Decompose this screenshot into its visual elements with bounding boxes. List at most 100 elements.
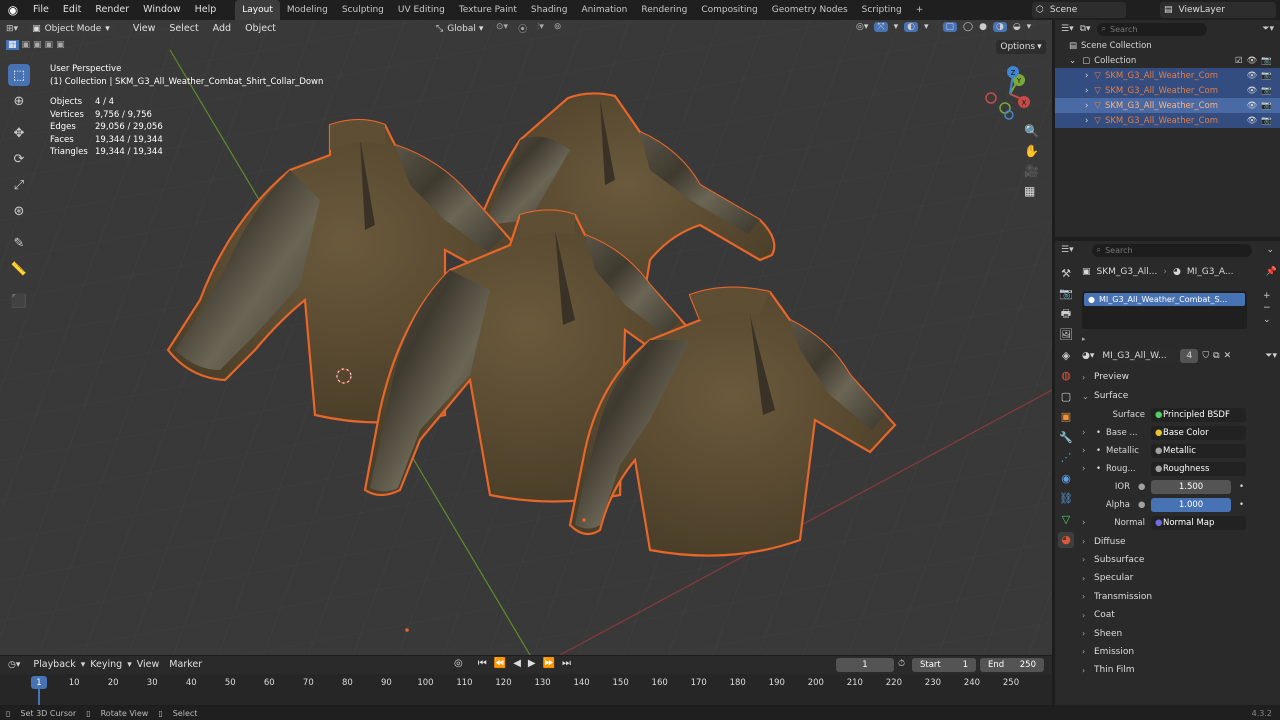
- preview-panel-header[interactable]: › Preview: [1082, 368, 1277, 386]
- eye-icon[interactable]: 👁: [1247, 56, 1258, 66]
- select-intersect-icon[interactable]: ▣: [56, 40, 65, 50]
- transform-orientation[interactable]: ⤡ Global ▾: [432, 22, 490, 36]
- stopwatch-icon[interactable]: ⏱: [898, 659, 905, 669]
- user-count-button[interactable]: 4: [1180, 349, 1199, 363]
- menu-help[interactable]: Help: [188, 0, 224, 20]
- select-extend-icon[interactable]: ▣: [22, 40, 31, 50]
- start-frame-field[interactable]: Start 1: [912, 658, 976, 672]
- play-icon[interactable]: ▶: [528, 658, 536, 669]
- data-tab-icon[interactable]: ▽: [1058, 511, 1074, 527]
- chevron-down-icon[interactable]: ⌄: [1263, 315, 1271, 325]
- panel-sheen[interactable]: › Sheen: [1082, 624, 1277, 642]
- add-cube-tool-icon[interactable]: ⬛: [8, 290, 30, 312]
- properties-editor-icon[interactable]: ☰▾: [1061, 245, 1074, 255]
- camera-icon[interactable]: 📷: [1261, 71, 1272, 81]
- chevron-down-icon[interactable]: ⌄: [1266, 245, 1274, 255]
- select-new-icon[interactable]: ▦: [6, 40, 19, 50]
- viewport-menu-add[interactable]: Add: [206, 20, 238, 39]
- remove-slot-icon[interactable]: −: [1263, 303, 1271, 313]
- material-name-field[interactable]: MI_G3_All_W...: [1098, 349, 1177, 363]
- add-workspace-button[interactable]: +: [909, 0, 931, 20]
- tab-compositing[interactable]: Compositing: [694, 0, 764, 20]
- pivot-icon[interactable]: ⊙▾: [496, 22, 508, 35]
- perspective-grid-icon[interactable]: ▦: [1024, 184, 1039, 198]
- float-socket-icon[interactable]: ●: [1138, 500, 1151, 510]
- expand-chevron-icon[interactable]: ›: [1082, 464, 1096, 474]
- chevron-down-icon[interactable]: ▾: [924, 22, 929, 32]
- outliner-search-input[interactable]: ⌕ Search: [1096, 22, 1207, 36]
- camera-icon[interactable]: 📷: [1261, 116, 1272, 126]
- tool-tab-icon[interactable]: ⚒: [1058, 265, 1074, 281]
- particles-tab-icon[interactable]: ⋰: [1058, 450, 1074, 466]
- tab-shading[interactable]: Shading: [524, 0, 575, 20]
- panel-subsurface[interactable]: › Subsurface: [1082, 551, 1277, 569]
- output-tab-icon[interactable]: 🖶: [1058, 306, 1074, 322]
- tab-geometry-nodes[interactable]: Geometry Nodes: [765, 0, 855, 20]
- tab-texture-paint[interactable]: Texture Paint: [452, 0, 524, 20]
- jump-start-icon[interactable]: ⏮: [478, 658, 487, 669]
- material-browse-icon[interactable]: ◕▾: [1082, 351, 1094, 361]
- world-tab-icon[interactable]: ◍: [1058, 368, 1074, 384]
- filter-icon[interactable]: ⏷▾: [1262, 24, 1274, 34]
- snap-icon[interactable]: ⦿: [518, 22, 527, 35]
- xray-icon[interactable]: ▢: [942, 22, 958, 32]
- panel-thin-film[interactable]: › Thin Film: [1082, 661, 1277, 679]
- properties-search-input[interactable]: ⌕ Search: [1091, 243, 1252, 257]
- collection-tab-icon[interactable]: ▢: [1058, 388, 1074, 404]
- tab-rendering[interactable]: Rendering: [634, 0, 694, 20]
- eye-icon[interactable]: 👁: [1247, 86, 1258, 96]
- base-color-link-field[interactable]: ● Base Color: [1151, 426, 1246, 441]
- fake-user-shield-icon[interactable]: ⛉: [1202, 351, 1209, 361]
- pan-hand-icon[interactable]: ✋: [1024, 144, 1039, 158]
- modifier-tab-icon[interactable]: 🔧: [1058, 429, 1074, 445]
- object-tab-icon[interactable]: ▣: [1058, 409, 1074, 425]
- snap-target-icon[interactable]: ⫶▾: [537, 22, 544, 35]
- pin-icon[interactable]: 📌: [1266, 267, 1277, 277]
- float-socket-icon[interactable]: ●: [1138, 482, 1151, 492]
- expand-slot-list-icon[interactable]: ▸: [1082, 335, 1277, 343]
- 3d-viewport[interactable]: ⊞▾ ▣ Object Mode ▾ View Select Add Object …: [0, 20, 1052, 655]
- visibility-icon[interactable]: ◎▾: [856, 22, 868, 32]
- normal-link-field[interactable]: ● Normal Map: [1151, 516, 1246, 531]
- tab-modeling[interactable]: Modeling: [280, 0, 335, 20]
- select-invert-icon[interactable]: ▣: [45, 40, 54, 50]
- outliner-collection[interactable]: ⌄ ▢ Collection ☑ 👁 📷: [1055, 53, 1280, 68]
- constraints-tab-icon[interactable]: ⛓: [1058, 491, 1074, 507]
- cursor-tool-icon[interactable]: ⊕: [8, 90, 30, 112]
- menu-file[interactable]: File: [26, 0, 56, 20]
- gizmo-toggle-icon[interactable]: ⤧: [874, 22, 888, 32]
- node-filter-icon[interactable]: ⏷▾: [1265, 351, 1277, 361]
- move-tool-icon[interactable]: ✥: [8, 122, 30, 144]
- shading-wireframe-icon[interactable]: ◯: [963, 22, 973, 32]
- prev-keyframe-icon[interactable]: ⏪: [494, 658, 506, 669]
- select-subtract-icon[interactable]: ▣: [33, 40, 42, 50]
- outliner-object-row[interactable]: › ▽ SKM_G3_All_Weather_Com 👁 📷: [1055, 83, 1280, 98]
- outliner-scene-collection[interactable]: ▤ Scene Collection: [1055, 38, 1280, 53]
- end-frame-field[interactable]: End 250: [980, 658, 1044, 672]
- scene-tab-icon[interactable]: ◈: [1058, 347, 1074, 363]
- add-slot-icon[interactable]: +: [1263, 291, 1271, 301]
- panel-diffuse[interactable]: › Diffuse: [1082, 532, 1277, 550]
- annotate-tool-icon[interactable]: ✎: [8, 232, 30, 254]
- outliner-editor-icon[interactable]: ☰▾: [1061, 24, 1074, 34]
- panel-transmission[interactable]: › Transmission: [1082, 588, 1277, 606]
- roughness-link-field[interactable]: ● Roughness: [1151, 462, 1246, 477]
- timeline-menu-keying[interactable]: Keying: [85, 655, 127, 675]
- duplicate-icon[interactable]: ⧉: [1213, 351, 1219, 361]
- shading-material-icon[interactable]: ◑: [992, 22, 1007, 32]
- options-button[interactable]: Options ▾: [996, 40, 1046, 54]
- unlink-x-icon[interactable]: ✕: [1224, 351, 1232, 361]
- zoom-icon[interactable]: 🔍: [1024, 124, 1039, 138]
- outliner-object-row[interactable]: › ▽ SKM_G3_All_Weather_Com 👁 📷: [1055, 68, 1280, 83]
- next-keyframe-icon[interactable]: ⏩: [543, 658, 555, 669]
- viewport-menu-object[interactable]: Object: [238, 20, 283, 39]
- ior-value-field[interactable]: 1.500: [1151, 480, 1231, 495]
- viewport-menu-select[interactable]: Select: [162, 20, 205, 39]
- panel-emission[interactable]: › Emission: [1082, 643, 1277, 661]
- keyframe-dot-icon[interactable]: •: [1239, 500, 1244, 510]
- proportional-edit-icon[interactable]: ⊚: [554, 22, 562, 35]
- viewport-menu-view[interactable]: View: [126, 20, 163, 39]
- rotate-tool-icon[interactable]: ⟳: [8, 148, 30, 170]
- alpha-slider[interactable]: 1.000: [1151, 498, 1231, 513]
- record-icon[interactable]: ◎: [454, 658, 463, 669]
